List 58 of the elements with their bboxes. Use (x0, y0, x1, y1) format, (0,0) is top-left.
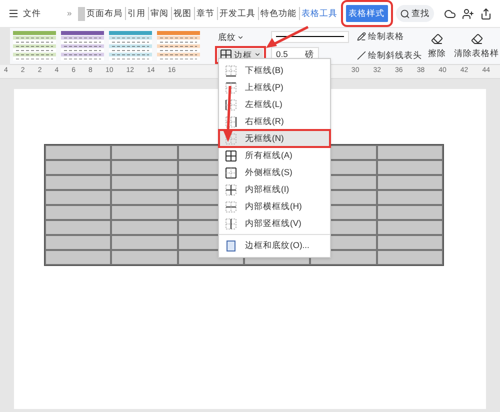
menu-item[interactable]: 内部框线(I) (219, 181, 330, 198)
caret-icon (254, 51, 261, 58)
border-icon (225, 64, 237, 76)
ribbon-tab[interactable]: 引用 (128, 7, 149, 20)
table-style-swatch[interactable] (109, 31, 152, 61)
ribbon-tab[interactable]: 开发工具 (220, 7, 259, 20)
ribbon-tab[interactable]: 表格工具 (302, 7, 338, 20)
menu-item[interactable]: 上框线(P) (219, 79, 330, 96)
shading-button[interactable]: 底纹 (218, 30, 244, 44)
border-icon (225, 184, 237, 196)
menu-item[interactable]: 右框线(R) (219, 113, 330, 130)
ribbon-tab[interactable]: 特色功能 (260, 7, 300, 20)
table-style-swatch[interactable] (13, 31, 56, 61)
caret-icon (237, 34, 244, 41)
page-icon (225, 240, 237, 252)
menu-item[interactable]: 内部横框线(H) (219, 198, 330, 215)
clear-style-button[interactable]: 清除表格样 (454, 32, 499, 60)
border-icon (225, 166, 237, 178)
ribbon-tab[interactable]: 审阅 (150, 7, 172, 20)
border-icon (225, 82, 237, 94)
menu-item[interactable]: 下框线(B) (219, 62, 330, 79)
menu-icon (8, 8, 19, 19)
table-style-swatch[interactable] (157, 31, 200, 61)
ribbon-tab[interactable]: 页面布局 (86, 7, 126, 20)
diagonal-icon (357, 50, 366, 60)
border-icon (225, 116, 237, 128)
draw-table-button[interactable]: 绘制表格 (357, 30, 422, 43)
menu-item[interactable]: 内部竖框线(V) (219, 215, 330, 232)
ribbon-tab[interactable]: 章节 (196, 7, 218, 20)
border-icon (225, 150, 237, 162)
border-icon (225, 200, 237, 212)
border-icon (225, 98, 237, 110)
table-style-swatch[interactable] (61, 31, 104, 61)
arrow (266, 26, 309, 48)
file-menu[interactable]: 文件 (4, 7, 45, 20)
cloud-icon[interactable] (444, 8, 456, 20)
menu-item[interactable]: 无框线(N) (219, 130, 330, 147)
border-icon (225, 132, 237, 144)
unit-label: 磅 (305, 48, 314, 60)
erase-button[interactable]: 擦除 (428, 32, 446, 60)
border-icon (225, 218, 237, 230)
user-add-icon[interactable] (462, 8, 474, 20)
eraser-icon (470, 32, 482, 45)
eraser-icon (431, 32, 443, 45)
share-icon[interactable] (480, 8, 492, 20)
search-button[interactable]: 查找 (396, 5, 434, 22)
ribbon-tab[interactable]: 表格样式 (346, 5, 388, 22)
line-style-select[interactable] (271, 30, 349, 43)
pencil-icon (357, 32, 366, 42)
menu-item[interactable]: 边框和底纹(O)... (219, 237, 330, 254)
more-tabs-button[interactable]: » (67, 7, 72, 20)
ribbon-tab[interactable]: 视图 (174, 7, 195, 20)
search-icon (400, 8, 410, 18)
menu-item[interactable]: 外侧框线(S) (219, 164, 330, 181)
draw-diagonal-header-button[interactable]: 绘制斜线表头 (357, 49, 422, 62)
menu-item[interactable]: 所有框线(A) (219, 147, 330, 164)
menu-item[interactable]: 左框线(L) (219, 96, 330, 113)
arrow (223, 86, 233, 142)
